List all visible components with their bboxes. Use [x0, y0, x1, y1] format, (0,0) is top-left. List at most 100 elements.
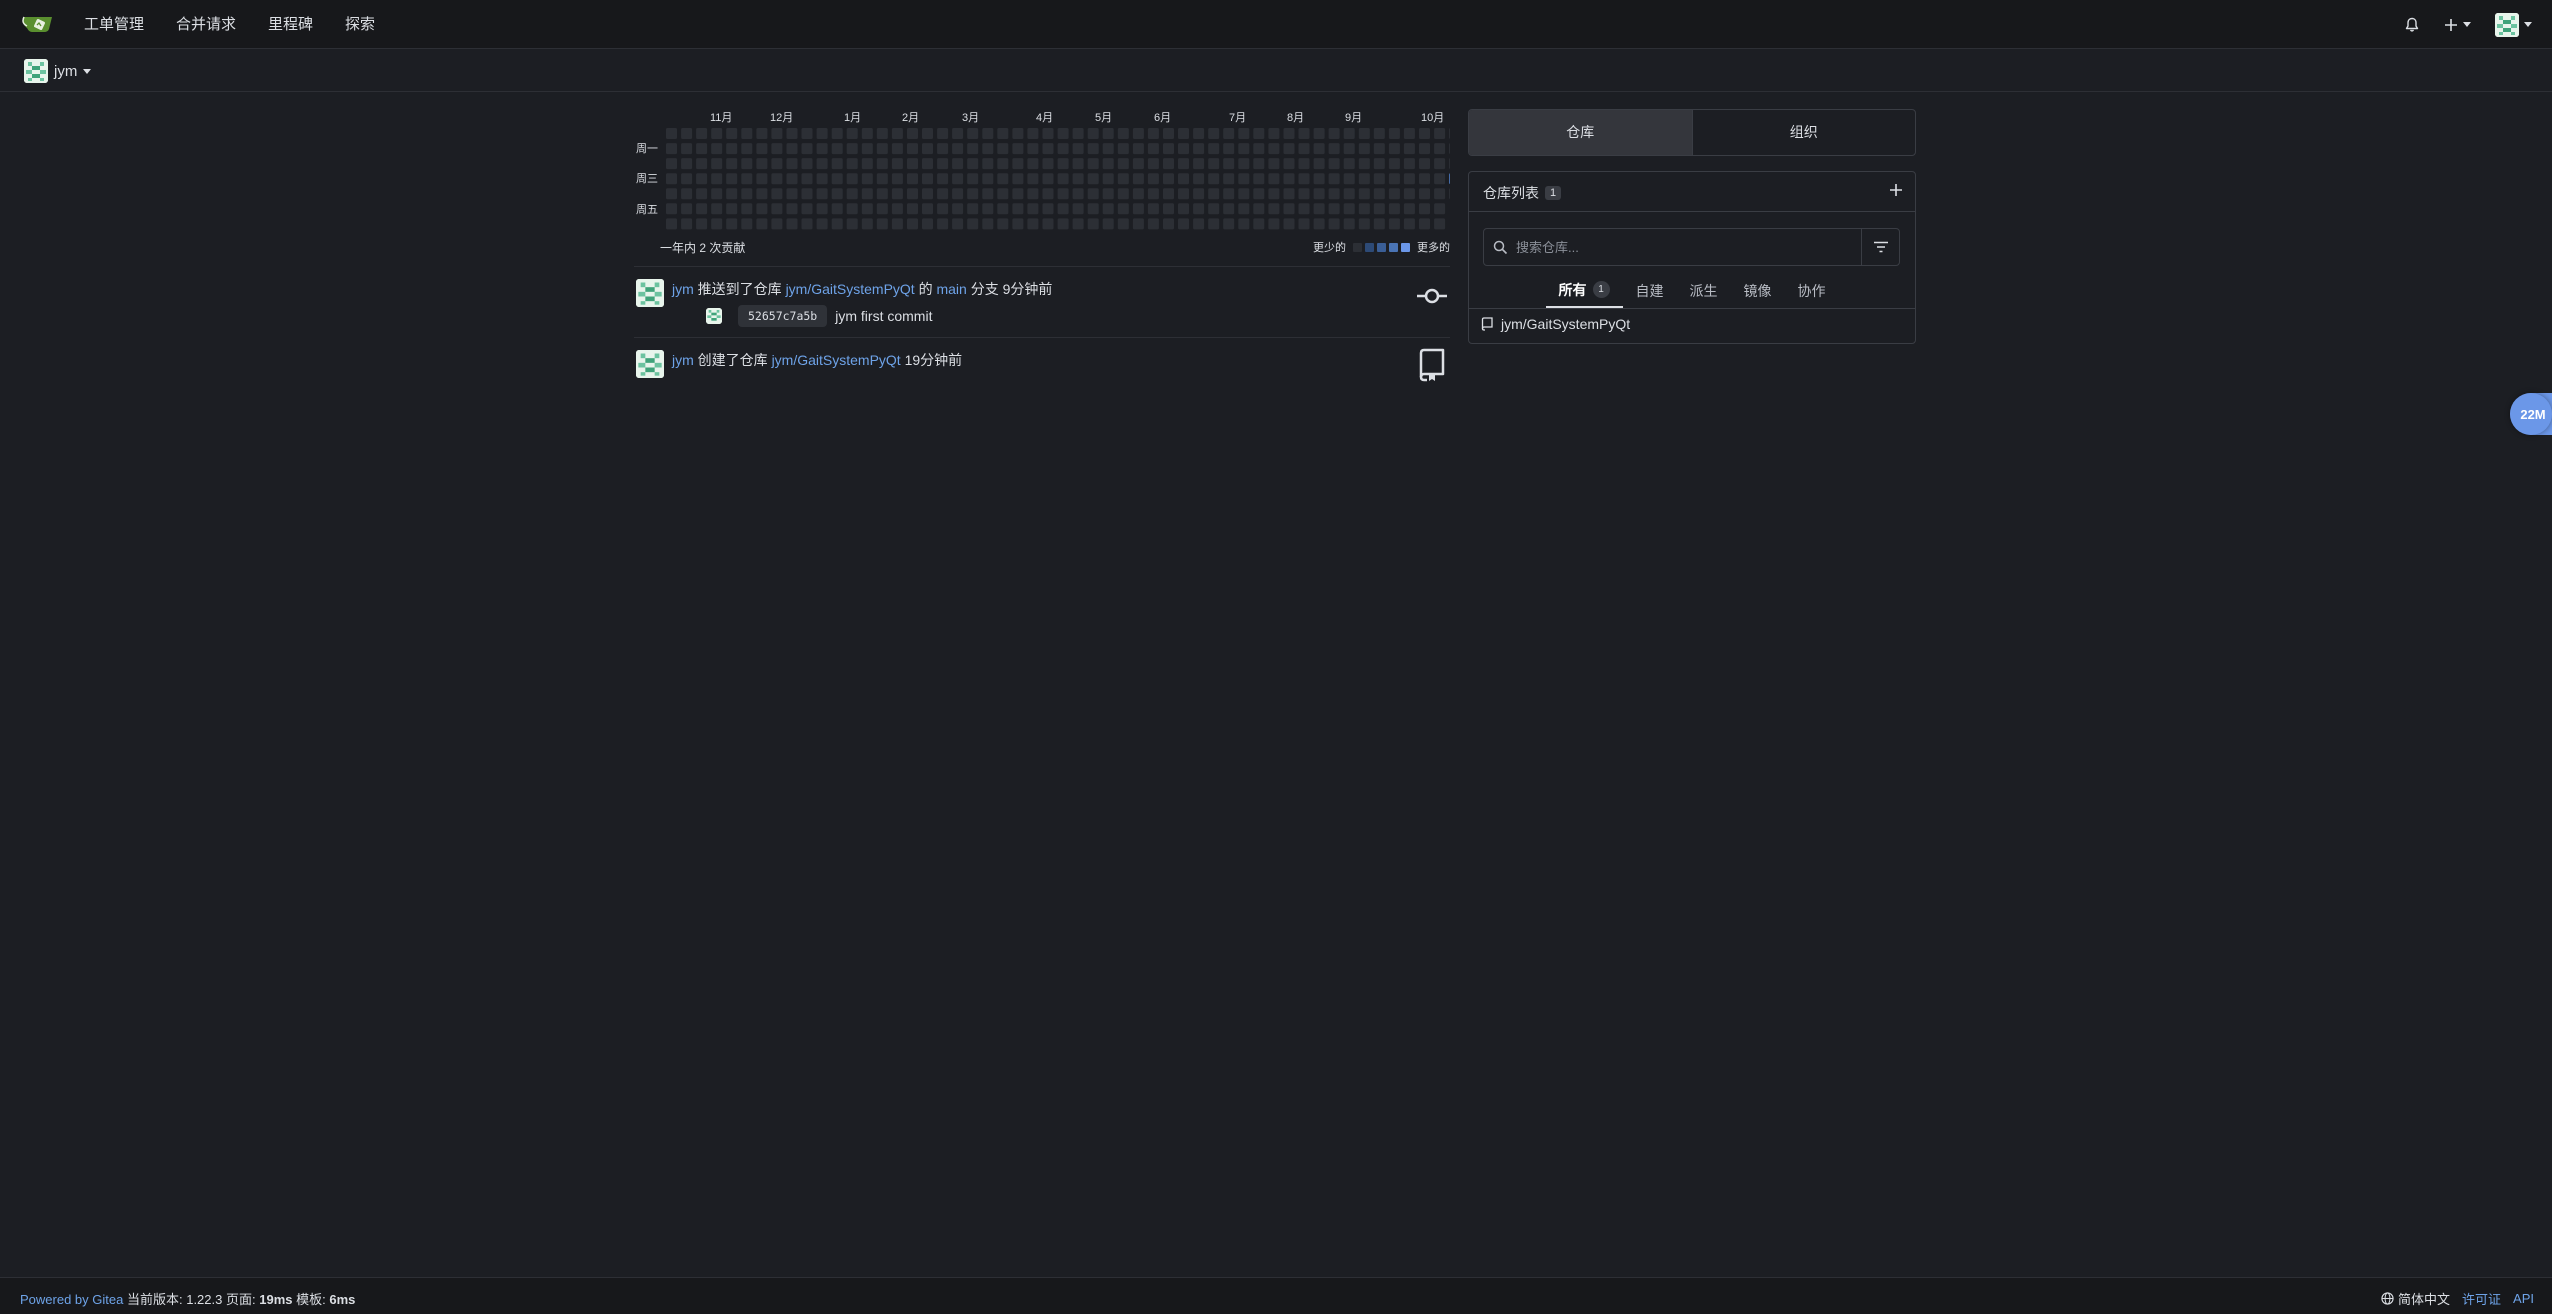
heatmap-cell[interactable]: [891, 203, 903, 215]
feed-user-link[interactable]: jym: [672, 281, 694, 297]
heatmap-cell[interactable]: [1388, 158, 1400, 170]
heatmap-cell[interactable]: [1147, 218, 1159, 230]
heatmap-cell[interactable]: [1102, 128, 1114, 139]
heatmap-cell[interactable]: [801, 218, 813, 230]
heatmap-cell[interactable]: [1298, 158, 1310, 170]
heatmap-cell[interactable]: [1449, 128, 1450, 139]
heatmap-cell[interactable]: [1343, 218, 1355, 230]
heatmap-cell[interactable]: [1343, 203, 1355, 215]
heatmap-cell[interactable]: [846, 188, 858, 200]
repo-tab-all[interactable]: 所有 1: [1545, 273, 1623, 308]
feed-user-link[interactable]: jym: [672, 352, 694, 368]
heatmap-cell[interactable]: [681, 218, 693, 230]
heatmap-cell[interactable]: [756, 218, 768, 230]
repo-tab-collaborative[interactable]: 协作: [1785, 273, 1839, 308]
heatmap-cell[interactable]: [967, 173, 979, 185]
heatmap-cell[interactable]: [1072, 158, 1084, 170]
heatmap-cell[interactable]: [831, 188, 843, 200]
api-link[interactable]: API: [2513, 1291, 2534, 1306]
heatmap-cell[interactable]: [967, 188, 979, 200]
repo-list-item[interactable]: jym/GaitSystemPyQt: [1481, 316, 1630, 332]
heatmap-cell[interactable]: [967, 158, 979, 170]
heatmap-cell[interactable]: [922, 143, 933, 155]
heatmap-cell[interactable]: [1419, 128, 1430, 139]
heatmap-cell[interactable]: [876, 203, 888, 215]
heatmap-cell[interactable]: [1117, 143, 1129, 155]
heatmap-cell[interactable]: [846, 128, 858, 139]
heatmap-cell[interactable]: [696, 218, 708, 230]
heatmap-cell[interactable]: [1268, 218, 1280, 230]
heatmap-cell[interactable]: [937, 128, 949, 139]
heatmap-cell[interactable]: [1268, 143, 1280, 155]
heatmap-cell[interactable]: [922, 218, 933, 230]
heatmap-cell[interactable]: [801, 143, 813, 155]
heatmap-cell[interactable]: [1072, 188, 1084, 200]
heatmap-cell[interactable]: [1388, 128, 1400, 139]
heatmap-cell[interactable]: [1328, 203, 1340, 215]
heatmap-cell[interactable]: [711, 188, 723, 200]
heatmap-cell[interactable]: [801, 158, 813, 170]
heatmap-cell[interactable]: [967, 218, 979, 230]
heatmap-cell[interactable]: [1208, 128, 1220, 139]
heatmap-cell[interactable]: [1193, 188, 1205, 200]
heatmap-cell[interactable]: [1358, 173, 1370, 185]
repo-tab-mirrors[interactable]: 镜像: [1731, 273, 1785, 308]
heatmap-cell[interactable]: [831, 218, 843, 230]
heatmap-cell[interactable]: [1042, 218, 1054, 230]
heatmap-cell[interactable]: [1388, 203, 1400, 215]
heatmap-cell[interactable]: [1012, 218, 1024, 230]
heatmap-cell[interactable]: [891, 218, 903, 230]
heatmap-cell[interactable]: [711, 128, 723, 139]
heatmap-cell[interactable]: [982, 128, 994, 139]
heatmap-cell[interactable]: [1087, 143, 1099, 155]
heatmap-cell[interactable]: [1163, 188, 1174, 200]
heatmap-cell[interactable]: [1087, 173, 1099, 185]
heatmap-cell[interactable]: [1313, 173, 1325, 185]
heatmap-cell[interactable]: [1434, 158, 1446, 170]
heatmap-cell[interactable]: [771, 158, 783, 170]
heatmap-cell[interactable]: [1358, 128, 1370, 139]
heatmap-cell[interactable]: [741, 143, 753, 155]
heatmap-cell[interactable]: [1042, 188, 1054, 200]
heatmap-cell[interactable]: [1328, 218, 1340, 230]
heatmap-cell[interactable]: [1358, 188, 1370, 200]
heatmap-cell[interactable]: [1343, 158, 1355, 170]
heatmap-cell[interactable]: [1087, 218, 1099, 230]
heatmap-cell[interactable]: [997, 173, 1009, 185]
heatmap-cell[interactable]: [1163, 128, 1174, 139]
heatmap-cell[interactable]: [1238, 188, 1250, 200]
heatmap-cell[interactable]: [907, 203, 918, 215]
heatmap-cell[interactable]: [1223, 188, 1235, 200]
heatmap-cell[interactable]: [907, 173, 918, 185]
heatmap-cell[interactable]: [741, 203, 753, 215]
heatmap-cell[interactable]: [681, 143, 693, 155]
heatmap-cell[interactable]: [997, 158, 1009, 170]
heatmap-cell[interactable]: [681, 158, 693, 170]
heatmap-cell[interactable]: [681, 203, 693, 215]
heatmap-cell[interactable]: [831, 203, 843, 215]
heatmap-cell[interactable]: [1298, 188, 1310, 200]
heatmap-cell[interactable]: [982, 218, 994, 230]
heatmap-cell[interactable]: [1328, 128, 1340, 139]
heatmap-cell[interactable]: [861, 158, 873, 170]
heatmap-cell[interactable]: [1132, 218, 1144, 230]
tab-repositories[interactable]: 仓库: [1469, 110, 1692, 155]
heatmap-cell[interactable]: [1298, 218, 1310, 230]
heatmap-cell[interactable]: [891, 158, 903, 170]
heatmap-cell[interactable]: [967, 128, 979, 139]
heatmap-cell[interactable]: [861, 188, 873, 200]
heatmap-cell[interactable]: [861, 203, 873, 215]
heatmap-cell[interactable]: [741, 158, 753, 170]
heatmap-cell[interactable]: [1223, 128, 1235, 139]
heatmap-cell[interactable]: [801, 173, 813, 185]
heatmap-cell[interactable]: [1373, 128, 1385, 139]
nav-pull-requests[interactable]: 合并请求: [160, 0, 252, 49]
heatmap-cell[interactable]: [726, 203, 738, 215]
heatmap-cell[interactable]: [771, 203, 783, 215]
heatmap-cell[interactable]: [1283, 173, 1295, 185]
heatmap-cell[interactable]: [1072, 203, 1084, 215]
heatmap-cell[interactable]: [1358, 143, 1370, 155]
heatmap-cell[interactable]: [1283, 143, 1295, 155]
heatmap-cell[interactable]: [741, 218, 753, 230]
heatmap-cell[interactable]: [1298, 173, 1310, 185]
